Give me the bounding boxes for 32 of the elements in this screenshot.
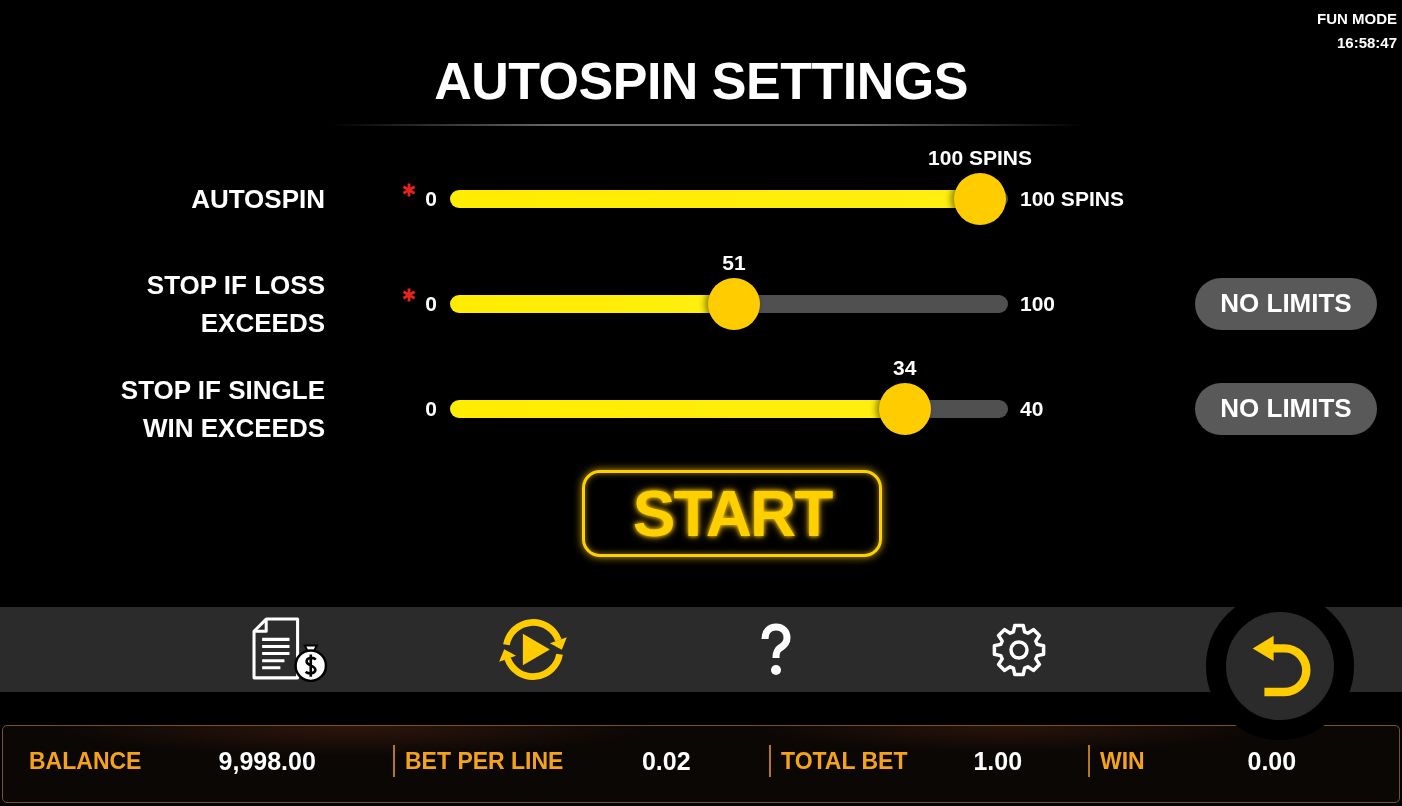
slider-max-label: 100 SPINS [1020, 186, 1124, 211]
slider-max-label: 100 [1020, 291, 1056, 316]
start-button[interactable]: START [582, 470, 882, 557]
slider-value: 100 SPINS [928, 145, 1032, 170]
return-arrow-icon [1251, 635, 1313, 697]
no-limits-button[interactable]: NO LIMITS [1195, 382, 1377, 435]
settings-title: AUTOSPIN SETTINGS [434, 55, 968, 107]
slider-max-label: 40 [1020, 396, 1044, 421]
slider-min-label: 0 [425, 186, 437, 211]
info-label: BALANCE [29, 747, 142, 775]
mode-label: FUN MODE [1317, 9, 1397, 29]
slider-min-label: 0 [425, 291, 437, 316]
slider-label: STOP IF LOSS EXCEEDS [145, 268, 325, 340]
clock-time: 16:58:47 [1336, 33, 1397, 53]
slider-value: 51 [722, 250, 746, 275]
slider-label: STOP IF SINGLE WIN EXCEEDS [119, 373, 325, 445]
slider-thumb[interactable] [954, 172, 1006, 225]
info-value: 0.02 [641, 746, 691, 776]
slider-thumb[interactable] [708, 277, 760, 330]
no-limits-button[interactable]: NO LIMITS [1195, 277, 1377, 330]
info-value: 9,998.00 [218, 746, 316, 776]
info-value: 1.00 [973, 746, 1023, 776]
info-label: BET PER LINE [405, 747, 564, 775]
settings-icon[interactable] [990, 621, 1047, 678]
slider-label: AUTOSPIN [191, 182, 325, 216]
info-value: 0.00 [1247, 746, 1297, 776]
info-label: TOTAL BET [781, 747, 908, 775]
autoplay-icon[interactable] [496, 618, 569, 681]
paytable-icon[interactable] [251, 617, 328, 682]
info-label: WIN [1100, 747, 1145, 775]
slider-min-label: 0 [425, 396, 437, 421]
slider-value: 34 [893, 355, 917, 380]
